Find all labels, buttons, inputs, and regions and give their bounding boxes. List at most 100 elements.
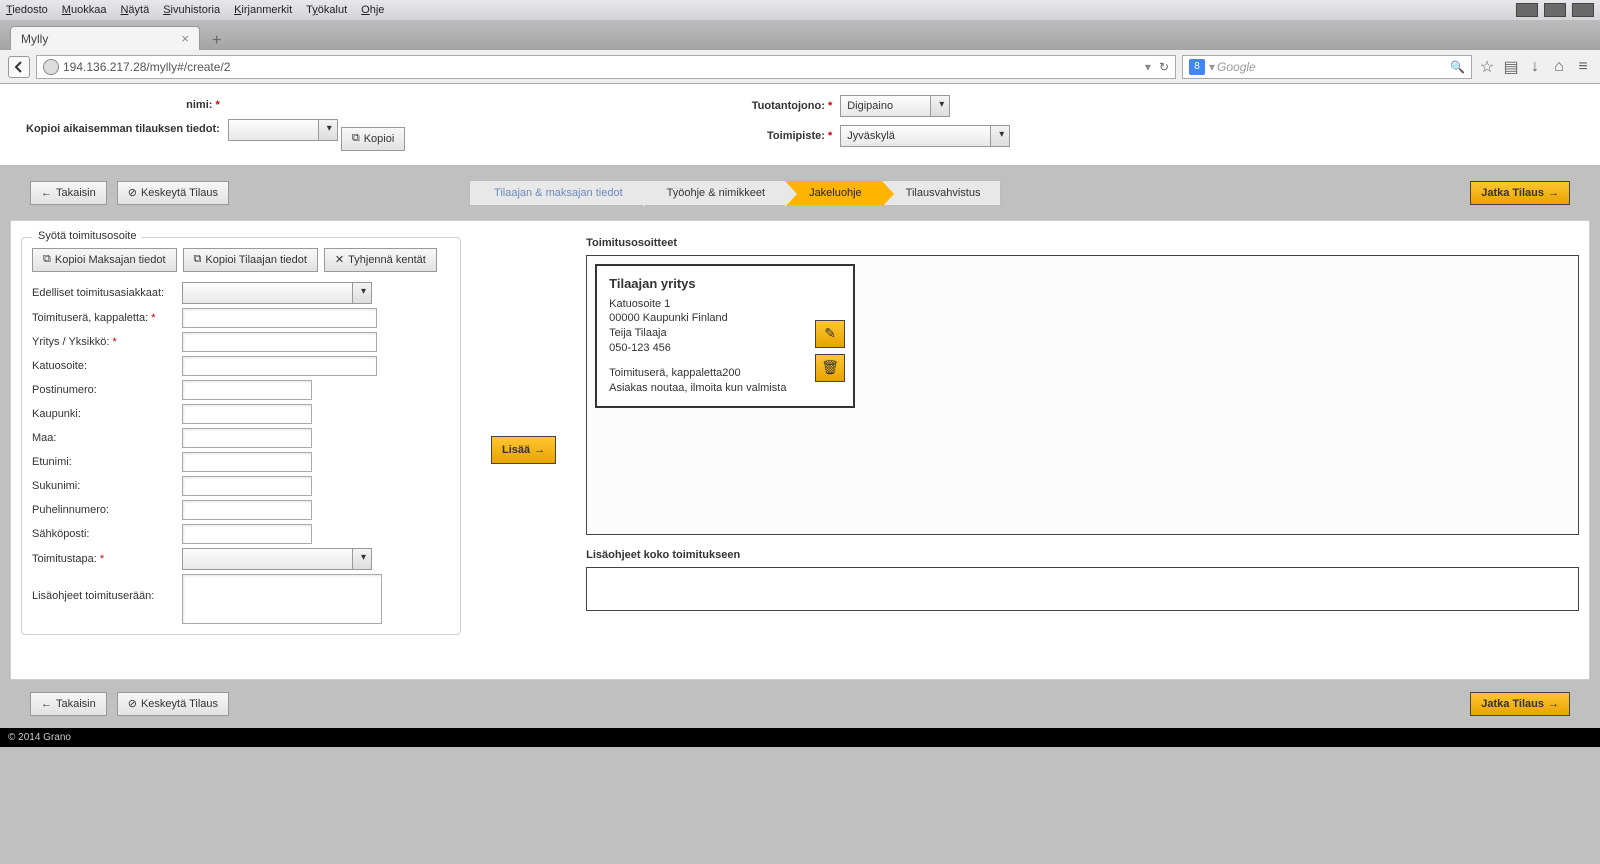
cancel-order-button-top[interactable]: ⊘ Keskeytä Tilaus bbox=[117, 181, 229, 205]
hamburger-icon[interactable]: ≡ bbox=[1574, 58, 1592, 76]
copy-icon: ⧉ bbox=[43, 253, 51, 266]
home-icon[interactable]: ⌂ bbox=[1550, 58, 1568, 76]
arrow-left-icon: ← bbox=[41, 187, 52, 199]
addresses-column: Toimitusosoitteet Tilaajan yritys Katuos… bbox=[586, 237, 1579, 663]
sukunimi-input[interactable] bbox=[182, 476, 312, 496]
edelliset-label: Edelliset toimitusasiakkaat: bbox=[32, 287, 182, 299]
cancel-order-button-bottom[interactable]: ⊘ Keskeytä Tilaus bbox=[117, 692, 229, 716]
menu-history[interactable]: Sivuhistoria bbox=[163, 4, 220, 16]
kaupunki-label: Kaupunki: bbox=[32, 408, 182, 420]
url-dropdown-icon[interactable]: ▾ bbox=[1145, 60, 1151, 74]
addresses-container: Tilaajan yritys Katuosoite 1 00000 Kaupu… bbox=[586, 255, 1579, 535]
etunimi-input[interactable] bbox=[182, 452, 312, 472]
tuotantojono-label: Tuotantojono: bbox=[752, 100, 825, 112]
menu-view[interactable]: Näytä bbox=[120, 4, 149, 16]
tuotantojono-select[interactable]: Digipaino bbox=[840, 95, 950, 117]
action-row-top: ← Takaisin ⊘ Keskeytä Tilaus Tilaajan & … bbox=[0, 166, 1600, 220]
etunimi-label: Etunimi: bbox=[32, 456, 182, 468]
nimi-label: nimi: bbox=[186, 99, 212, 111]
new-tab-button[interactable]: + bbox=[206, 32, 227, 50]
toimitusera-input[interactable] bbox=[182, 308, 377, 328]
puhelin-input[interactable] bbox=[182, 500, 312, 520]
tyhjenna-button[interactable]: ✕ Tyhjennä kentät bbox=[324, 248, 437, 272]
kopioi-maksajan-button[interactable]: ⧉ Kopioi Maksajan tiedot bbox=[32, 248, 177, 272]
yritys-input[interactable] bbox=[182, 332, 377, 352]
url-bar[interactable]: 194.136.217.28/mylly#/create/2 ▾ ↻ bbox=[36, 55, 1176, 79]
main-panel: Syötä toimitusosoite ⧉ Kopioi Maksajan t… bbox=[10, 220, 1590, 680]
postinumero-input[interactable] bbox=[182, 380, 312, 400]
browser-menubar: Tiedosto Muokkaa Näytä Sivuhistoria Kirj… bbox=[0, 0, 1600, 20]
menu-help[interactable]: Ohje bbox=[361, 4, 384, 16]
library-icon[interactable]: ▤ bbox=[1502, 58, 1520, 76]
address-line: Teija Tilaaja bbox=[609, 326, 841, 341]
kaupunki-input[interactable] bbox=[182, 404, 312, 424]
search-placeholder: Google bbox=[1217, 60, 1450, 74]
wizard-step-3[interactable]: Jakeluohje bbox=[785, 180, 882, 206]
address-line: Toimituserä, kappaletta200 bbox=[609, 366, 841, 381]
tab-close-icon[interactable]: × bbox=[181, 31, 189, 46]
back-button-top[interactable]: ← Takaisin bbox=[30, 181, 107, 205]
lisaa-button[interactable]: Lisää → bbox=[491, 436, 556, 464]
toimitustapa-select[interactable] bbox=[182, 548, 372, 570]
trash-icon: 🗑 bbox=[821, 359, 839, 376]
edit-address-button[interactable]: ✎ bbox=[815, 320, 845, 348]
delete-address-button[interactable]: 🗑 bbox=[815, 354, 845, 382]
search-icon[interactable]: 🔍 bbox=[1450, 60, 1465, 74]
google-icon: 8 bbox=[1189, 59, 1205, 75]
maa-input[interactable] bbox=[182, 428, 312, 448]
kopioi-aik-select[interactable] bbox=[228, 119, 338, 141]
page-content: nimi: * Kopioi aikaisemman tilauksen tie… bbox=[0, 84, 1600, 747]
reload-icon[interactable]: ↻ bbox=[1159, 60, 1169, 74]
browser-tab[interactable]: Mylly × bbox=[10, 26, 200, 50]
continue-button-top[interactable]: Jatka Tilaus → bbox=[1470, 181, 1570, 205]
addresses-title: Toimitusosoitteet bbox=[586, 237, 1579, 249]
kopioi-tilaajan-button[interactable]: ⧉ Kopioi Tilaajan tiedot bbox=[183, 248, 318, 272]
toimipiste-select[interactable]: Jyväskylä bbox=[840, 125, 1010, 147]
address-line: 00000 Kaupunki Finland bbox=[609, 311, 841, 326]
window-maximize-icon[interactable] bbox=[1544, 3, 1566, 17]
wizard-steps: Tilaajan & maksajan tiedot Työohje & nim… bbox=[469, 180, 1001, 206]
clear-icon: ✕ bbox=[335, 253, 344, 266]
wizard-step-4[interactable]: Tilausvahvistus bbox=[882, 180, 1002, 206]
window-close-icon[interactable] bbox=[1572, 3, 1594, 17]
lisaohjeet-era-label: Lisäohjeet toimituserään: bbox=[32, 574, 182, 602]
right-header-fields: Tuotantojono: * Digipaino Toimipiste: * … bbox=[750, 90, 1012, 153]
url-text: 194.136.217.28/mylly#/create/2 bbox=[63, 60, 230, 74]
fieldset-title: Syötä toimitusosoite bbox=[32, 230, 142, 242]
kopioi-button[interactable]: ⧉ Kopioi bbox=[341, 127, 405, 151]
address-line: Asiakas noutaa, ilmoita kun valmista bbox=[609, 381, 841, 396]
katuosoite-input[interactable] bbox=[182, 356, 377, 376]
lisaohjeet-koko-textarea[interactable] bbox=[586, 567, 1579, 611]
sukunimi-label: Sukunimi: bbox=[32, 480, 182, 492]
sahkoposti-input[interactable] bbox=[182, 524, 312, 544]
toimitustapa-label: Toimitustapa: * bbox=[32, 553, 182, 565]
action-row-bottom: ← Takaisin ⊘ Keskeytä Tilaus Jatka Tilau… bbox=[0, 680, 1600, 728]
postinumero-label: Postinumero: bbox=[32, 384, 182, 396]
menu-bookmarks[interactable]: Kirjanmerkit bbox=[234, 4, 292, 16]
tab-title: Mylly bbox=[21, 32, 48, 46]
address-line: 050-123 456 bbox=[609, 341, 841, 356]
menu-file[interactable]: Tiedosto bbox=[6, 4, 48, 16]
cancel-icon: ⊘ bbox=[128, 697, 137, 710]
menu-edit[interactable]: Muokkaa bbox=[62, 4, 107, 16]
footer-text: © 2014 Grano bbox=[8, 732, 71, 743]
edelliset-select[interactable] bbox=[182, 282, 372, 304]
lisaohjeet-koko-title: Lisäohjeet koko toimitukseen bbox=[586, 549, 1579, 561]
wizard-step-2[interactable]: Työohje & nimikkeet bbox=[643, 180, 785, 206]
arrow-right-icon: → bbox=[1548, 698, 1559, 710]
delivery-form-column: Syötä toimitusosoite ⧉ Kopioi Maksajan t… bbox=[21, 237, 461, 663]
downloads-icon[interactable]: ↓ bbox=[1526, 58, 1544, 76]
left-header-fields: nimi: * Kopioi aikaisemman tilauksen tie… bbox=[24, 90, 710, 153]
globe-icon bbox=[43, 59, 59, 75]
back-button-bottom[interactable]: ← Takaisin bbox=[30, 692, 107, 716]
menu-tools[interactable]: Työkalut bbox=[306, 4, 347, 16]
search-bar[interactable]: 8 ▾ Google 🔍 bbox=[1182, 55, 1472, 79]
browser-tabbar: Mylly × + bbox=[0, 20, 1600, 50]
arrow-right-icon: → bbox=[1548, 187, 1559, 199]
continue-button-bottom[interactable]: Jatka Tilaus → bbox=[1470, 692, 1570, 716]
lisaohjeet-era-textarea[interactable] bbox=[182, 574, 382, 624]
bookmark-star-icon[interactable]: ☆ bbox=[1478, 58, 1496, 76]
nav-back-button[interactable] bbox=[8, 56, 30, 78]
window-minimize-icon[interactable] bbox=[1516, 3, 1538, 17]
wizard-step-1[interactable]: Tilaajan & maksajan tiedot bbox=[469, 180, 643, 206]
